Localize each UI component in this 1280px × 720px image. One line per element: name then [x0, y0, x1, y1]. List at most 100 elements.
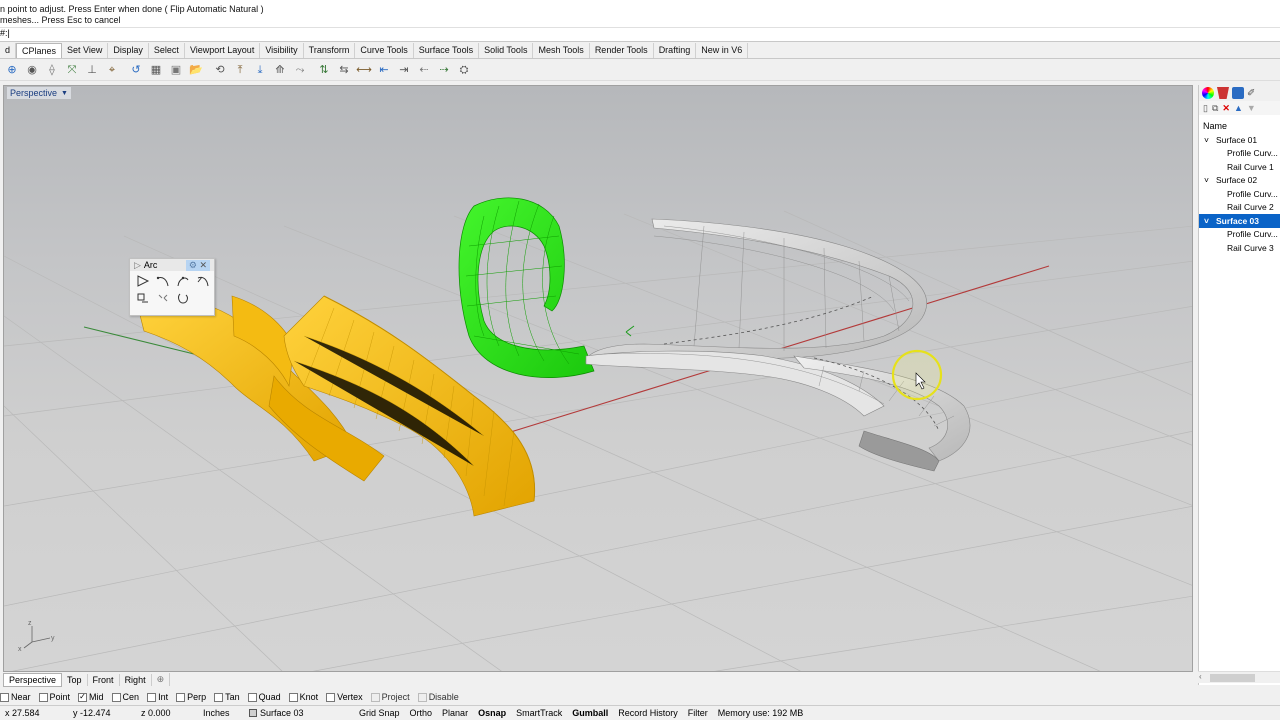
- scrollbar-thumb[interactable]: [1210, 674, 1255, 682]
- cplane-elevation-icon[interactable]: 📂: [187, 61, 205, 79]
- layer-row[interactable]: ˅ Surface 01: [1199, 133, 1280, 147]
- checkbox[interactable]: [247, 692, 257, 702]
- move-down-icon[interactable]: ▼: [1247, 103, 1256, 113]
- tab-transform[interactable]: Transform: [304, 43, 356, 58]
- osnap-cen[interactable]: Cen: [111, 692, 139, 702]
- tab-cplanes[interactable]: CPlanes: [16, 43, 63, 58]
- cplane-next-icon[interactable]: ⇢: [435, 61, 453, 79]
- cplane-zaxis-icon[interactable]: ⊥: [83, 61, 101, 79]
- layer-row[interactable]: Profile Curv...: [1199, 147, 1280, 161]
- cplane-open-icon[interactable]: ⟰: [271, 61, 289, 79]
- arc-panel-titlebar[interactable]: ▷ Arc ⚙ ✕: [130, 259, 214, 271]
- viewport-title-dropdown[interactable]: Perspective ▼: [7, 87, 71, 99]
- checkbox[interactable]: ✓: [78, 692, 88, 702]
- osnap-mid[interactable]: ✓ Mid: [78, 692, 104, 702]
- osnap-tan[interactable]: Tan: [214, 692, 240, 702]
- viewport-tab-top[interactable]: Top: [62, 673, 88, 686]
- expand-chevron-icon[interactable]: ˅: [1204, 216, 1216, 226]
- cplane-curve-icon[interactable]: ↺: [127, 61, 145, 79]
- expand-chevron-icon[interactable]: ˅: [1204, 175, 1216, 185]
- osnap-project[interactable]: Project: [370, 692, 410, 702]
- status-gumball-button[interactable]: Gumball: [567, 708, 613, 718]
- viewport-tab-right[interactable]: Right: [120, 673, 152, 686]
- scroll-left-icon[interactable]: ‹: [1199, 672, 1202, 681]
- expand-chevron-icon[interactable]: ˅: [1204, 135, 1216, 145]
- status-layer[interactable]: Surface 03: [244, 708, 354, 718]
- checkbox[interactable]: [417, 692, 427, 702]
- layer-row[interactable]: ˅ Surface 02: [1199, 174, 1280, 188]
- osnap-int[interactable]: Int: [147, 692, 168, 702]
- viewport-tab-perspective[interactable]: Perspective: [3, 672, 63, 687]
- checkbox[interactable]: [326, 692, 336, 702]
- command-input[interactable]: #:|: [0, 27, 1280, 39]
- cplane-back-icon[interactable]: ⇤: [375, 61, 393, 79]
- osnap-point[interactable]: Point: [38, 692, 70, 702]
- close-icon[interactable]: ✕: [199, 260, 207, 270]
- delete-layer-icon[interactable]: ✕: [1222, 103, 1230, 114]
- perspective-viewport[interactable]: z y x Perspective ▼ ▷ Arc ⚙ ✕: [3, 85, 1193, 672]
- status-smarttrack-button[interactable]: SmartTrack: [511, 708, 567, 718]
- tab-drafting[interactable]: Drafting: [654, 43, 697, 58]
- tab-new-in-v6[interactable]: New in V6: [696, 43, 749, 58]
- status-ortho-button[interactable]: Ortho: [405, 708, 438, 718]
- tab-set-view[interactable]: Set View: [62, 43, 109, 58]
- tab-render-tools[interactable]: Render Tools: [590, 43, 654, 58]
- cplane-prev-icon[interactable]: ⇠: [415, 61, 433, 79]
- cplane-named-icon[interactable]: ⛭: [455, 61, 473, 79]
- cplane-world-icon[interactable]: ⊕: [3, 61, 21, 79]
- move-up-icon[interactable]: ▲: [1234, 103, 1243, 113]
- arc-tangent-curves-icon[interactable]: [156, 291, 170, 305]
- layers-icon[interactable]: [1217, 87, 1229, 99]
- viewport-tab-front[interactable]: Front: [88, 673, 120, 686]
- tab-solid-tools[interactable]: Solid Tools: [479, 43, 534, 58]
- cplane-origin-icon[interactable]: ◉: [23, 61, 41, 79]
- color-wheel-icon[interactable]: [1202, 87, 1214, 99]
- tab-viewport-layout[interactable]: Viewport Layout: [185, 43, 261, 58]
- layer-row[interactable]: Rail Curve 1: [1199, 160, 1280, 174]
- cplane-surface-icon[interactable]: ▦: [147, 61, 165, 79]
- cplane-save-icon[interactable]: ⤓: [251, 61, 269, 79]
- cplane-front-icon[interactable]: ⇆: [335, 61, 353, 79]
- tab-curve-tools[interactable]: Curve Tools: [355, 43, 414, 58]
- status-grid-snap-button[interactable]: Grid Snap: [354, 708, 405, 718]
- layer-row[interactable]: Profile Curv...: [1199, 187, 1280, 201]
- cplane-3pt-icon[interactable]: ⟠: [43, 61, 61, 79]
- cplane-top-icon[interactable]: ⇅: [315, 61, 333, 79]
- cplane-left-icon[interactable]: ⇥: [395, 61, 413, 79]
- checkbox[interactable]: [38, 692, 48, 702]
- osnap-perp[interactable]: Perp: [176, 692, 206, 702]
- checkbox[interactable]: [111, 692, 121, 702]
- tab-mesh-tools[interactable]: Mesh Tools: [533, 43, 590, 58]
- cplane-object-icon[interactable]: ⌖: [103, 61, 121, 79]
- cplane-xaxis-icon[interactable]: ⤧: [63, 61, 81, 79]
- arc-center-start-angle-icon[interactable]: [136, 274, 150, 288]
- arc-start-end-point-icon[interactable]: [156, 274, 170, 288]
- osnap-vertex[interactable]: Vertex: [326, 692, 363, 702]
- layers-horizontal-scrollbar[interactable]: ‹: [1198, 671, 1280, 683]
- checkbox[interactable]: [0, 692, 9, 702]
- tab-visibility[interactable]: Visibility: [260, 43, 304, 58]
- layer-row[interactable]: ˅ Surface 03: [1199, 214, 1280, 228]
- checkbox[interactable]: [147, 692, 157, 702]
- arc-3-point-icon[interactable]: [176, 274, 190, 288]
- arc-tangent-icon[interactable]: [196, 274, 210, 288]
- help-icon[interactable]: ✐: [1247, 88, 1255, 99]
- tab-display[interactable]: Display: [108, 43, 149, 58]
- layer-row[interactable]: Rail Curve 2: [1199, 201, 1280, 215]
- arc-circle-icon[interactable]: [176, 291, 190, 305]
- cplane-grid-icon[interactable]: ⤒: [231, 61, 249, 79]
- new-sublayer-icon[interactable]: ⧉: [1212, 103, 1218, 114]
- plus-icon[interactable]: ⊕: [152, 673, 171, 686]
- osnap-near[interactable]: Near: [0, 692, 31, 702]
- cplane-rotate-icon[interactable]: ⤳: [291, 61, 309, 79]
- status-record-history-button[interactable]: Record History: [613, 708, 683, 718]
- cplane-right-icon[interactable]: ⟷: [355, 61, 373, 79]
- tab-select[interactable]: Select: [149, 43, 185, 58]
- status-filter-button[interactable]: Filter: [683, 708, 713, 718]
- osnap-quad[interactable]: Quad: [247, 692, 281, 702]
- status-planar-button[interactable]: Planar: [437, 708, 473, 718]
- properties-icon[interactable]: [1232, 87, 1244, 99]
- osnap-disable[interactable]: Disable: [417, 692, 459, 702]
- cplane-undo-icon[interactable]: ⟲: [211, 61, 229, 79]
- layer-row[interactable]: Rail Curve 3: [1199, 241, 1280, 255]
